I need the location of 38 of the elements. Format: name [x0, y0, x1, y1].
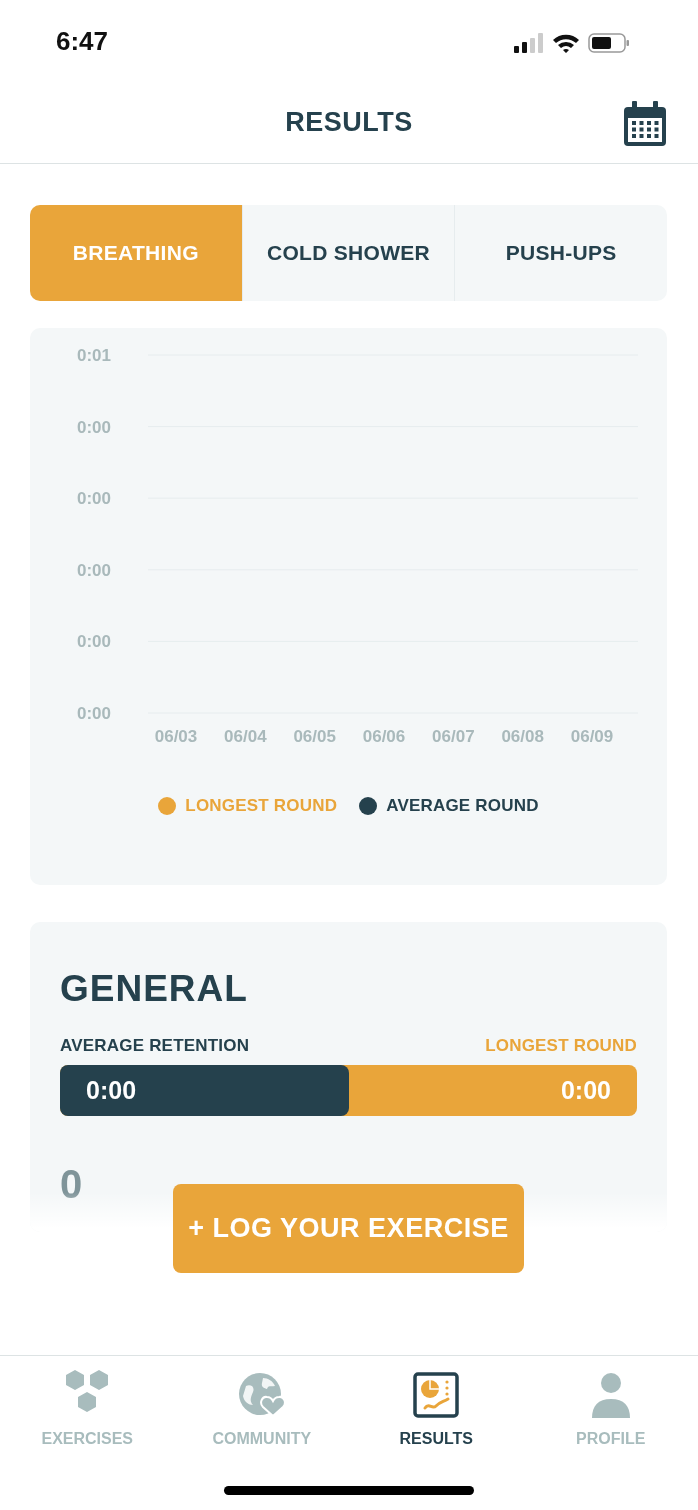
- y-tick-label: 0:00: [77, 704, 112, 723]
- signal-icon: [514, 32, 544, 53]
- stat-label: AVERAGE RETENTION: [60, 1036, 250, 1056]
- nav-tab[interactable]: EXERCISES: [0, 1356, 175, 1448]
- x-tick-label: 06/08: [501, 727, 544, 746]
- stat-value: 0: [60, 1162, 83, 1207]
- screen-title: RESULTS: [285, 106, 413, 138]
- legend-label: AVERAGE ROUND: [386, 796, 539, 816]
- nav-tab[interactable]: COMMUNITY: [174, 1356, 349, 1448]
- bar-value: 0:00: [85, 1076, 138, 1105]
- calendar-icon[interactable]: [623, 101, 667, 147]
- stat-label: LONGEST ROUND: [485, 1036, 637, 1056]
- wifi-icon: [552, 32, 580, 53]
- log-exercise-button[interactable]: + LOG YOUR EXERCISE: [173, 1184, 524, 1273]
- x-tick-label: 06/05: [293, 727, 336, 746]
- globe-heart-icon: [237, 1372, 286, 1418]
- x-tick-label: 06/06: [362, 727, 406, 746]
- legend-label: LONGEST ROUND: [185, 796, 338, 816]
- y-tick-label: 0:00: [77, 417, 112, 437]
- tab[interactable]: COLD SHOWER: [241, 205, 455, 301]
- y-tick-label: 0:01: [77, 346, 112, 365]
- status-time: 6:47: [56, 26, 109, 57]
- profile-icon: [589, 1372, 632, 1418]
- battery-icon: [588, 32, 630, 53]
- tab[interactable]: PUSH-UPS: [454, 205, 667, 301]
- tab[interactable]: BREATHING: [30, 205, 242, 301]
- nav-tab[interactable]: PROFILE: [523, 1356, 698, 1448]
- bar-value: 0:00: [559, 1076, 612, 1105]
- x-tick-label: 06/03: [154, 727, 198, 746]
- x-tick-label: 06/04: [224, 727, 267, 746]
- nav-tab[interactable]: RESULTS: [349, 1356, 524, 1448]
- x-tick-label: 06/09: [570, 727, 614, 746]
- results-chart-icon: [413, 1372, 460, 1418]
- y-tick-label: 0:00: [77, 632, 112, 652]
- y-tick-label: 0:00: [77, 489, 112, 509]
- y-tick-label: 0:00: [77, 560, 112, 580]
- section-title: GENERAL: [60, 968, 248, 1010]
- x-tick-label: 06/07: [432, 727, 475, 746]
